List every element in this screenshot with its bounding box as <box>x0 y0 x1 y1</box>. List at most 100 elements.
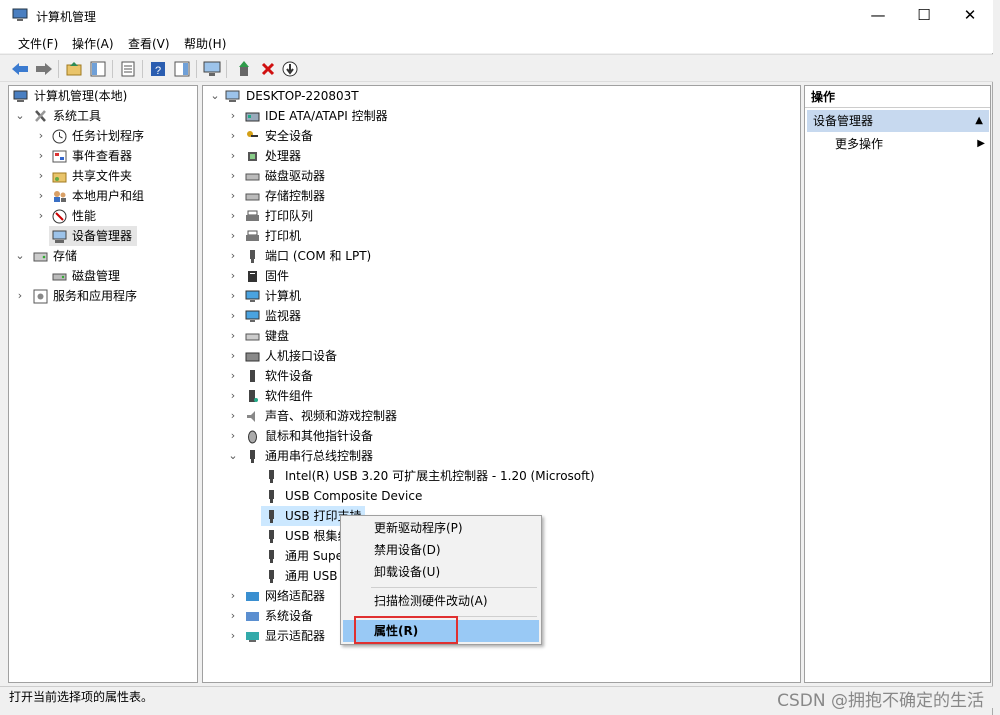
update-driver-icon[interactable] <box>234 59 254 79</box>
tree-label-security-device: 安全设备 <box>265 129 314 143</box>
chevron-right-icon[interactable]: › <box>14 286 26 306</box>
chevron-right-icon[interactable]: › <box>227 586 239 606</box>
usb-icon <box>269 550 274 563</box>
chevron-right-icon[interactable]: › <box>227 246 239 266</box>
chevron-right-icon[interactable]: › <box>227 146 239 166</box>
tree-item-local-users[interactable]: › 本地用户和组 <box>9 186 197 206</box>
tree-label-usb-controllers: 通用串行总线控制器 <box>265 449 374 463</box>
chevron-right-icon[interactable]: › <box>227 606 239 626</box>
tree-label-disk-drive: 磁盘驱动器 <box>265 169 326 183</box>
tree-item-disk-management[interactable]: 磁盘管理 <box>9 266 197 286</box>
chevron-down-icon[interactable]: ⌄ <box>14 246 26 266</box>
services-icon <box>33 289 48 304</box>
tree-item-device-manager[interactable]: 设备管理器 <box>49 226 137 246</box>
forward-arrow-icon[interactable] <box>34 59 54 79</box>
tree-item-storage[interactable]: ⌄ 存储 <box>9 246 197 266</box>
chevron-right-icon[interactable]: › <box>227 366 239 386</box>
minimize-button[interactable]: — <box>855 0 901 31</box>
ide-controller-icon <box>245 112 260 122</box>
chevron-right-icon[interactable]: › <box>227 226 239 246</box>
svg-text:?: ? <box>155 65 161 77</box>
tree-item-task-scheduler[interactable]: › 任务计划程序 <box>9 126 197 146</box>
tree-label-hid: 人机接口设备 <box>265 349 338 363</box>
tree-label-software-component: 软件组件 <box>265 389 314 403</box>
chevron-right-icon[interactable]: › <box>227 306 239 326</box>
tree-item-event-viewer[interactable]: › 事件查看器 <box>9 146 197 166</box>
chevron-down-icon[interactable]: ⌄ <box>14 106 26 126</box>
users-icon <box>54 191 66 202</box>
chevron-right-icon[interactable]: › <box>35 126 47 146</box>
actions-header: 操作 <box>805 86 990 108</box>
usb-icon <box>269 510 274 523</box>
display-adapter-icon <box>246 632 259 642</box>
chevron-right-icon[interactable]: › <box>227 106 239 126</box>
network-adapter-icon <box>246 592 259 601</box>
menu-item-disable-device[interactable]: 禁用设备(D) <box>343 539 539 561</box>
maximize-button[interactable]: ☐ <box>901 0 947 31</box>
chevron-right-icon[interactable]: › <box>227 286 239 306</box>
menu-bar: 文件(F) 操作(A) 查看(V) 帮助(H) <box>0 31 993 53</box>
close-button[interactable]: ✕ <box>947 0 993 31</box>
chevron-right-icon[interactable]: › <box>227 266 239 286</box>
port-icon <box>250 250 255 263</box>
tree-label-display-adapter: 显示适配器 <box>265 629 326 643</box>
software-component-icon <box>249 390 258 402</box>
menu-help[interactable]: 帮助(H) <box>184 35 226 52</box>
chevron-right-icon[interactable]: › <box>227 406 239 426</box>
tree-label-event-viewer: 事件查看器 <box>72 149 133 163</box>
chevron-right-icon[interactable]: › <box>227 326 239 346</box>
chevron-down-icon[interactable]: ⌄ <box>227 446 239 466</box>
show-hide-tree-icon[interactable] <box>88 59 108 79</box>
tree-label-services: 服务和应用程序 <box>53 289 138 303</box>
chevron-right-icon[interactable]: › <box>35 146 47 166</box>
up-folder-icon[interactable] <box>64 59 84 79</box>
firmware-icon <box>248 271 257 282</box>
tree-label-system-tools: 系统工具 <box>53 109 102 123</box>
chevron-right-icon[interactable]: › <box>227 386 239 406</box>
tree-label-performance: 性能 <box>72 209 97 223</box>
print-queue-icon <box>246 210 259 221</box>
tree-item-root[interactable]: 计算机管理(本地) <box>9 86 197 106</box>
tree-label-sound-controller: 声音、视频和游戏控制器 <box>265 409 398 423</box>
highlight-box <box>354 616 458 644</box>
computer-icon <box>245 290 260 302</box>
back-arrow-icon[interactable] <box>10 59 30 79</box>
tree-label-keyboard: 键盘 <box>265 329 290 343</box>
menu-item-scan-hardware[interactable]: 扫描检测硬件改动(A) <box>343 590 539 612</box>
chevron-right-icon[interactable]: › <box>35 166 47 186</box>
collapse-up-icon[interactable]: ▲ <box>975 110 983 132</box>
tree-item-performance[interactable]: › 性能 <box>9 206 197 226</box>
properties-pane-icon[interactable] <box>172 59 192 79</box>
more-actions[interactable]: 更多操作 ▶ <box>835 134 985 154</box>
chevron-down-icon[interactable]: ⌄ <box>209 86 221 106</box>
chevron-right-icon[interactable]: › <box>35 186 47 206</box>
tree-item-services[interactable]: › 服务和应用程序 <box>9 286 197 306</box>
storage-controller-icon <box>245 193 260 201</box>
menu-item-update-driver[interactable]: 更新驱动程序(P) <box>343 517 539 539</box>
chevron-right-icon[interactable]: › <box>227 186 239 206</box>
device-manager-icon <box>52 230 67 243</box>
menu-view[interactable]: 查看(V) <box>128 35 170 52</box>
chevron-right-icon[interactable]: › <box>227 346 239 366</box>
menu-action[interactable]: 操作(A) <box>72 35 114 52</box>
sound-controller-icon <box>247 411 255 422</box>
chevron-right-icon[interactable]: › <box>35 206 47 226</box>
actions-section-device-manager[interactable]: 设备管理器 ▲ <box>807 110 989 132</box>
chevron-right-icon[interactable]: › <box>227 126 239 146</box>
chevron-right-icon[interactable]: › <box>227 626 239 646</box>
export-list-icon[interactable] <box>118 59 138 79</box>
uninstall-x-icon[interactable] <box>258 59 278 79</box>
menu-item-uninstall-device[interactable]: 卸载设备(U) <box>343 561 539 583</box>
chevron-right-icon[interactable]: › <box>227 206 239 226</box>
chevron-right-icon[interactable]: › <box>227 426 239 446</box>
monitor-icon[interactable] <box>202 59 222 79</box>
computer-icon <box>225 90 240 102</box>
download-circle-icon[interactable] <box>280 59 300 79</box>
help-icon[interactable]: ? <box>148 59 168 79</box>
toolbar: ? <box>0 54 993 82</box>
tree-label-usb-device: USB Composite Device <box>285 489 423 503</box>
tree-item-system-tools[interactable]: ⌄ 系统工具 <box>9 106 197 126</box>
menu-file[interactable]: 文件(F) <box>18 35 58 52</box>
chevron-right-icon[interactable]: › <box>227 166 239 186</box>
tree-item-shared-folders[interactable]: › 共享文件夹 <box>9 166 197 186</box>
